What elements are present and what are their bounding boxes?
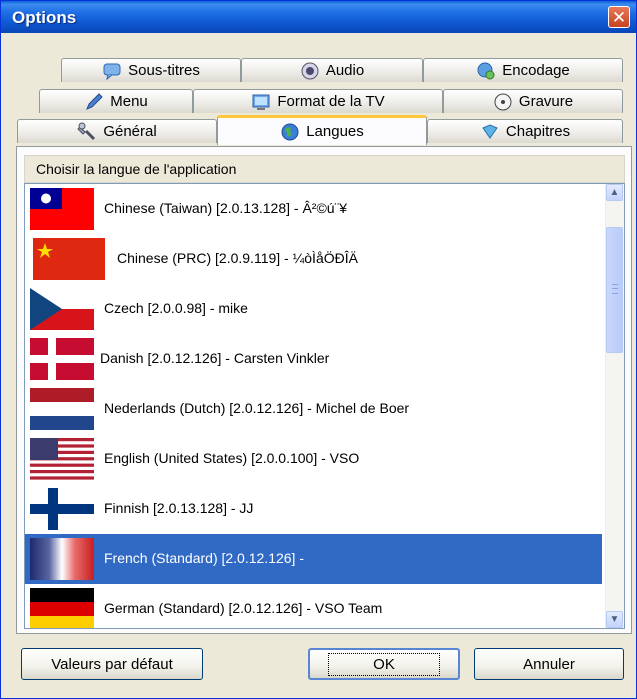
france-flag-icon bbox=[30, 538, 94, 580]
tab-format-tv[interactable]: Format de la TV bbox=[193, 89, 443, 113]
germany-flag-icon bbox=[30, 588, 94, 628]
scroll-down-button[interactable]: ▼ bbox=[606, 611, 623, 628]
usa-flag-icon bbox=[30, 438, 94, 480]
pen-icon bbox=[86, 92, 103, 110]
tab-label: Format de la TV bbox=[277, 93, 385, 110]
tab-audio[interactable]: Audio bbox=[241, 58, 423, 82]
cancel-button[interactable]: Annuler bbox=[474, 648, 624, 680]
title-bar: Options ✕ bbox=[1, 1, 636, 33]
language-label: Chinese (PRC) [2.0.9.119] - ¼òÌåÖÐÎÄ bbox=[117, 250, 358, 266]
tab-label: Gravure bbox=[518, 93, 574, 110]
tab-gravure[interactable]: Gravure bbox=[443, 89, 623, 113]
button-label: OK bbox=[328, 652, 440, 676]
scroll-up-button[interactable]: ▲ bbox=[606, 184, 623, 201]
taiwan-flag-icon bbox=[30, 188, 94, 230]
scroll-thumb[interactable] bbox=[606, 227, 623, 353]
list-item[interactable]: Chinese (PRC) [2.0.9.119] - ¼òÌåÖÐÎÄ bbox=[25, 234, 602, 284]
list-item[interactable]: English (United States) [2.0.0.100] - VS… bbox=[25, 434, 602, 484]
button-label: Valeurs par défaut bbox=[51, 655, 173, 673]
tab-sous-titres[interactable]: Sous-titres bbox=[61, 58, 241, 82]
tab-menu[interactable]: Menu bbox=[39, 89, 193, 113]
language-label: German (Standard) [2.0.12.126] - VSO Tea… bbox=[104, 600, 383, 616]
subtitles-icon bbox=[103, 63, 121, 80]
tab-label: Langues bbox=[306, 123, 364, 140]
chevron-up-icon: ▲ bbox=[609, 187, 620, 198]
language-label: Danish [2.0.12.126] - Carsten Vinkler bbox=[100, 350, 330, 366]
finland-flag-icon bbox=[30, 488, 94, 530]
panel-header: Choisir la langue de l'application bbox=[24, 155, 625, 183]
tab-label: Général bbox=[103, 123, 157, 140]
list-item[interactable]: Danish [2.0.12.126] - Carsten Vinkler bbox=[25, 334, 602, 384]
book-icon bbox=[482, 123, 498, 139]
tab-label: Sous-titres bbox=[128, 62, 200, 79]
speaker-icon bbox=[301, 62, 319, 79]
tv-icon bbox=[252, 94, 270, 110]
language-label: Czech [2.0.0.98] - mike bbox=[104, 300, 248, 316]
chevron-down-icon: ▼ bbox=[609, 614, 620, 625]
language-label: Nederlands (Dutch) [2.0.12.126] - Michel… bbox=[104, 400, 410, 416]
ok-button[interactable]: OK bbox=[308, 648, 460, 680]
grip-icon bbox=[612, 284, 618, 294]
tab-label: Chapitres bbox=[505, 123, 571, 140]
tab-label: Menu bbox=[110, 93, 148, 110]
languages-panel: Choisir la langue de l'application Chine… bbox=[16, 146, 632, 634]
language-label: Chinese (Taiwan) [2.0.13.128] - Â²©ú¨¥ bbox=[104, 200, 347, 216]
czech-flag-icon bbox=[30, 288, 94, 330]
list-item[interactable]: Chinese (Taiwan) [2.0.13.128] - Â²©ú¨¥ bbox=[25, 184, 602, 234]
window-title: Options bbox=[12, 8, 77, 27]
list-item[interactable]: Finnish [2.0.13.128] - JJ bbox=[25, 484, 602, 534]
encoding-icon bbox=[477, 62, 495, 79]
list-item[interactable]: French (Standard) [2.0.12.126] - bbox=[25, 534, 602, 584]
close-icon: ✕ bbox=[611, 8, 627, 27]
list-item[interactable]: German (Standard) [2.0.12.126] - VSO Tea… bbox=[25, 584, 602, 628]
defaults-button[interactable]: Valeurs par défaut bbox=[21, 648, 203, 680]
tab-encodage[interactable]: Encodage bbox=[423, 58, 623, 82]
button-label: Annuler bbox=[523, 655, 575, 673]
tools-icon bbox=[77, 122, 96, 140]
netherlands-flag-icon bbox=[30, 388, 94, 430]
tab-label: Encodage bbox=[502, 62, 570, 79]
tab-chapitres[interactable]: Chapitres bbox=[427, 119, 623, 143]
tab-langues[interactable]: Langues bbox=[217, 115, 427, 145]
tab-general[interactable]: Général bbox=[17, 119, 217, 143]
language-label: French (Standard) [2.0.12.126] - bbox=[104, 550, 304, 566]
list-item[interactable]: Nederlands (Dutch) [2.0.12.126] - Michel… bbox=[25, 384, 602, 434]
disc-icon bbox=[494, 93, 512, 110]
globe-icon bbox=[281, 123, 299, 140]
close-button[interactable]: ✕ bbox=[608, 6, 630, 28]
language-list[interactable]: Chinese (Taiwan) [2.0.13.128] - Â²©ú¨¥ C… bbox=[24, 183, 625, 629]
list-item[interactable]: Czech [2.0.0.98] - mike bbox=[25, 284, 602, 334]
options-dialog: Options ✕ Sous-titres Audio Encodage Men… bbox=[0, 0, 637, 699]
china-flag-icon bbox=[33, 238, 105, 280]
language-label: English (United States) [2.0.0.100] - VS… bbox=[104, 450, 360, 466]
tab-label: Audio bbox=[325, 62, 365, 79]
denmark-flag-icon bbox=[30, 338, 94, 380]
language-label: Finnish [2.0.13.128] - JJ bbox=[104, 500, 254, 516]
vertical-scrollbar[interactable]: ▲ ▼ bbox=[605, 184, 624, 628]
